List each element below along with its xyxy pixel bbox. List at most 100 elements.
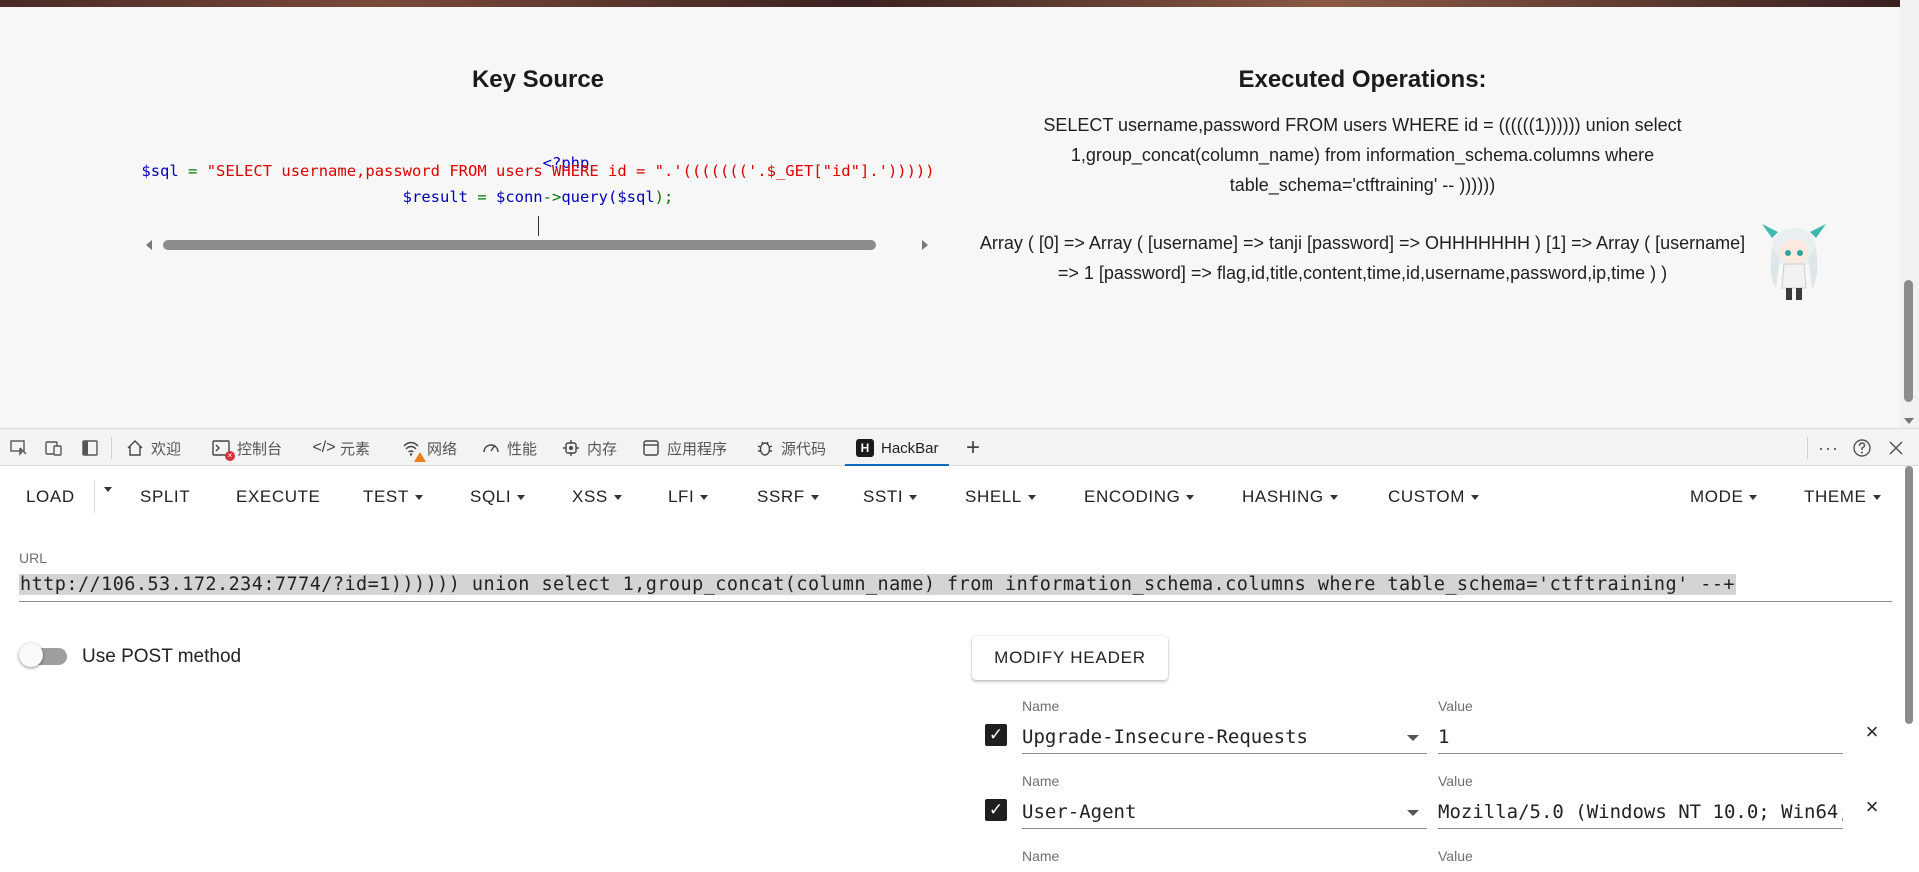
hackbar-scroll-thumb[interactable]: [1905, 466, 1913, 724]
chevron-down-icon: [414, 494, 423, 500]
menu-label: HASHING: [1242, 487, 1324, 506]
menu-label: SSTI: [863, 487, 904, 506]
executed-result: Array ( [0] => Array ( [username] => tan…: [979, 233, 1746, 283]
header-name-select[interactable]: User-Agent: [1022, 795, 1427, 829]
tab-welcome[interactable]: 欢迎: [125, 429, 181, 467]
custom-menu[interactable]: CUSTOM: [1388, 487, 1479, 507]
menu-label: SQLI: [470, 487, 512, 506]
load-button[interactable]: LOAD: [26, 487, 75, 507]
page-scroll-thumb[interactable]: [1904, 280, 1913, 402]
chip-icon: [561, 438, 581, 458]
xss-menu[interactable]: XSS: [572, 487, 622, 507]
wifi-icon: [401, 438, 426, 462]
header-enabled-checkbox[interactable]: ✓: [985, 724, 1007, 746]
key-source-title: Key Source: [471, 66, 605, 93]
chevron-down-icon[interactable]: [1407, 810, 1419, 816]
tab-elements[interactable]: </> 元素: [312, 429, 371, 467]
tab-label: 源代码: [781, 440, 827, 458]
sql-arg: $sql: [617, 188, 655, 206]
url-value[interactable]: http://106.53.172.234:7774/?id=1)))))) u…: [19, 574, 1737, 595]
executed-query: SELECT username,password FROM users WHER…: [1043, 115, 1682, 195]
shell-menu[interactable]: SHELL: [965, 487, 1036, 507]
toggle-knob[interactable]: [19, 643, 43, 667]
more-options-icon[interactable]: ···: [1818, 438, 1838, 458]
url-input[interactable]: http://106.53.172.234:7774/?id=1)))))) u…: [19, 570, 1892, 602]
tab-label: 元素: [340, 440, 371, 458]
tab-hackbar[interactable]: H HackBar: [845, 429, 949, 467]
query-call: query(: [561, 188, 618, 206]
sqli-menu[interactable]: SQLI: [470, 487, 526, 507]
test-menu[interactable]: TEST: [363, 487, 423, 507]
code-line-3: $result = $conn->query($sql);: [138, 188, 938, 206]
menu-label: SHELL: [965, 487, 1022, 506]
scroll-right-arrow-icon[interactable]: [922, 240, 928, 250]
menu-label: THEME: [1804, 487, 1867, 506]
sql-var: $sql: [141, 162, 179, 180]
code-block: <?php $sql = "SELECT username,password F…: [138, 132, 938, 254]
tab-label: 性能: [507, 440, 538, 458]
error-badge: ×: [225, 451, 235, 461]
bug-icon: [755, 438, 775, 458]
page-vertical-scrollbar[interactable]: [1900, 0, 1919, 428]
menu-label: CUSTOM: [1388, 487, 1465, 506]
inspect-element-icon[interactable]: [9, 438, 29, 458]
tab-label: 内存: [587, 440, 618, 458]
split-button[interactable]: SPLIT: [140, 487, 190, 507]
code-icon: </>: [312, 439, 336, 456]
mode-menu[interactable]: MODE: [1690, 487, 1758, 507]
scroll-down-arrow-icon[interactable]: [1904, 418, 1914, 424]
tab-console[interactable]: × 控制台: [211, 429, 282, 467]
header-value-input[interactable]: Mozilla/5.0 (Windows NT 10.0; Win64; x64…: [1438, 795, 1843, 829]
remove-header-icon[interactable]: ×: [1860, 720, 1884, 744]
menu-label: MODE: [1690, 487, 1744, 506]
web-page: Key Source <?php $sql = "SELECT username…: [0, 0, 1919, 428]
hashing-menu[interactable]: HASHING: [1242, 487, 1338, 507]
scroll-thumb[interactable]: [163, 240, 876, 250]
header-row: ✓ Name Value Upgrade-Insecure-Requests 1…: [985, 698, 1885, 758]
executed-operations-section: Executed Operations:: [975, 66, 1750, 94]
lfi-menu[interactable]: LFI: [668, 487, 709, 507]
load-options-dropdown[interactable]: [98, 487, 112, 492]
header-value-input[interactable]: 1: [1438, 720, 1843, 754]
scroll-left-arrow-icon[interactable]: [146, 240, 152, 250]
chevron-down-icon: [810, 494, 819, 500]
result-var: $result: [402, 188, 468, 206]
chevron-down-icon: [1186, 494, 1195, 500]
gauge-icon: [481, 438, 501, 458]
add-tab-plus-icon[interactable]: +: [963, 436, 983, 460]
tab-memory[interactable]: 内存: [561, 429, 617, 467]
header-name-label: Name: [1022, 698, 1060, 714]
help-icon[interactable]: [1852, 438, 1872, 458]
anime-mascot-image: [1762, 224, 1826, 300]
ssti-menu[interactable]: SSTI: [863, 487, 918, 507]
tab-sources[interactable]: 源代码: [755, 429, 826, 467]
sql-string: "SELECT username,password FROM users WHE…: [206, 162, 935, 180]
chevron-down-icon: [1749, 494, 1758, 500]
text-caret: [538, 216, 539, 236]
modify-header-button[interactable]: MODIFY HEADER: [972, 636, 1168, 680]
tab-label: 控制台: [237, 440, 283, 458]
hackbar-vertical-scrollbar[interactable]: [1900, 466, 1919, 872]
remove-header-icon[interactable]: ×: [1860, 795, 1884, 819]
tab-performance[interactable]: 性能: [481, 429, 537, 467]
device-emulation-icon[interactable]: [44, 438, 64, 458]
header-name-select[interactable]: Upgrade-Insecure-Requests: [1022, 720, 1427, 754]
ssrf-menu[interactable]: SSRF: [757, 487, 819, 507]
key-source-section: Key Source: [138, 66, 938, 94]
chevron-down-icon[interactable]: [1407, 735, 1419, 741]
tab-application[interactable]: 应用程序: [641, 429, 727, 467]
theme-menu[interactable]: THEME: [1804, 487, 1881, 507]
menu-label: XSS: [572, 487, 608, 506]
close-devtools-icon[interactable]: [1886, 438, 1906, 458]
code-horizontal-scrollbar[interactable]: [138, 236, 938, 252]
execute-button[interactable]: EXECUTE: [236, 487, 321, 507]
dock-sidebar-icon[interactable]: [80, 438, 100, 458]
header-value-label: Value: [1438, 773, 1473, 789]
conn-var: $conn: [495, 188, 543, 206]
encoding-menu[interactable]: ENCODING: [1084, 487, 1195, 507]
chevron-down-icon: [613, 494, 622, 500]
use-post-toggle[interactable]: [19, 642, 69, 668]
tab-network[interactable]: 网络: [401, 429, 457, 467]
assign-op: =: [178, 162, 207, 180]
header-enabled-checkbox[interactable]: ✓: [985, 799, 1007, 821]
